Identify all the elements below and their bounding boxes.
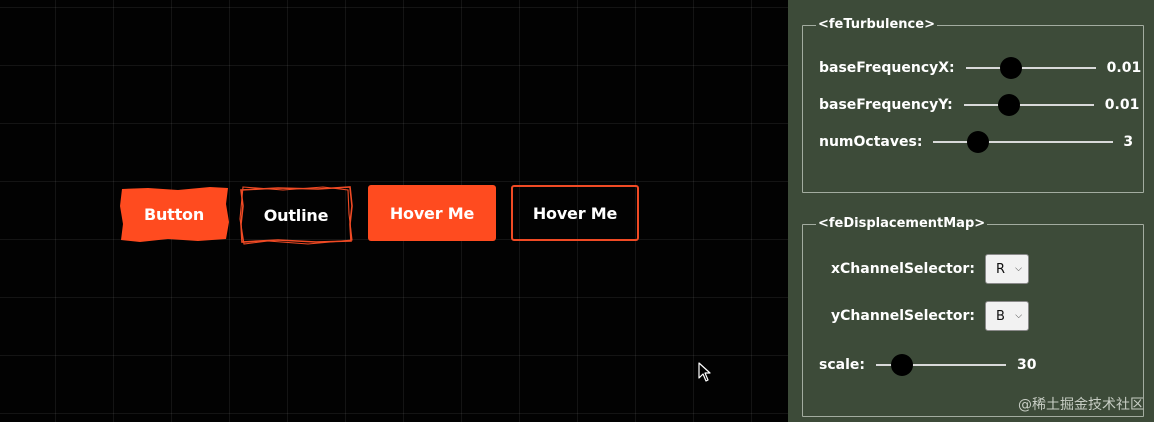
base-frequency-y-label: baseFrequencyY:	[819, 97, 953, 113]
base-frequency-x-thumb[interactable]	[1000, 57, 1023, 79]
button-primary[interactable]: Button	[118, 184, 230, 244]
chevron-down-icon: ⌵	[1015, 264, 1022, 274]
num-octaves-row: numOctaves: 3	[819, 131, 1134, 153]
x-channel-select[interactable]: R ⌵	[984, 254, 1029, 284]
x-channel-label: xChannelSelector:	[831, 261, 975, 277]
scale-thumb[interactable]	[890, 354, 913, 376]
x-channel-value: R	[995, 261, 1005, 277]
watermark: @稀土掘金技术社区	[1018, 397, 1144, 413]
turbulence-legend: <feTurbulence>	[818, 17, 935, 32]
base-frequency-x-label: baseFrequencyX:	[819, 60, 955, 76]
turbulence-fieldset: <feTurbulence> baseFrequencyX: 0.01 base…	[802, 18, 1144, 193]
base-frequency-x-row: baseFrequencyX: 0.01	[819, 57, 1142, 79]
x-channel-row: xChannelSelector: R ⌵	[831, 254, 1029, 284]
displacement-fieldset: <feDisplacementMap> xChannelSelector: R …	[802, 217, 1144, 417]
preview-stage: Button Outline Hover Me Hover Me	[0, 0, 788, 422]
base-frequency-x-value: 0.01	[1106, 60, 1142, 76]
scale-row: scale: 30	[819, 354, 1037, 376]
y-channel-row: yChannelSelector: B ⌵	[831, 301, 1030, 331]
base-frequency-x-slider[interactable]	[965, 57, 1096, 79]
num-octaves-thumb[interactable]	[967, 131, 990, 153]
scale-slider[interactable]	[875, 354, 1006, 376]
scale-label: scale:	[819, 357, 865, 373]
y-channel-value: B	[996, 308, 1005, 324]
button-outline[interactable]: Outline	[238, 184, 354, 246]
chevron-down-icon: ⌵	[1015, 311, 1023, 321]
button-hover-outline-label: Hover Me	[532, 203, 618, 223]
base-frequency-y-slider[interactable]	[963, 94, 1094, 116]
button-hover-outline[interactable]: Hover Me	[511, 185, 639, 241]
base-frequency-y-thumb[interactable]	[998, 94, 1021, 116]
num-octaves-slider[interactable]	[933, 131, 1114, 153]
base-frequency-y-row: baseFrequencyY: 0.01	[819, 94, 1140, 116]
arrow-cursor-icon	[698, 362, 711, 382]
num-octaves-label: numOctaves:	[819, 134, 923, 150]
y-channel-select[interactable]: B ⌵	[985, 301, 1030, 331]
num-octaves-value: 3	[1123, 134, 1134, 150]
y-channel-label: yChannelSelector:	[831, 308, 976, 324]
base-frequency-y-value: 0.01	[1104, 97, 1140, 113]
controls-panel: <feTurbulence> baseFrequencyX: 0.01 base…	[788, 0, 1154, 422]
button-outline-label: Outline	[263, 205, 329, 225]
button-hover-filled[interactable]: Hover Me	[368, 185, 496, 241]
displacement-legend: <feDisplacementMap>	[818, 216, 986, 231]
button-hover-filled-label: Hover Me	[389, 203, 475, 223]
scale-value: 30	[1016, 357, 1037, 373]
button-primary-label: Button	[143, 204, 205, 224]
